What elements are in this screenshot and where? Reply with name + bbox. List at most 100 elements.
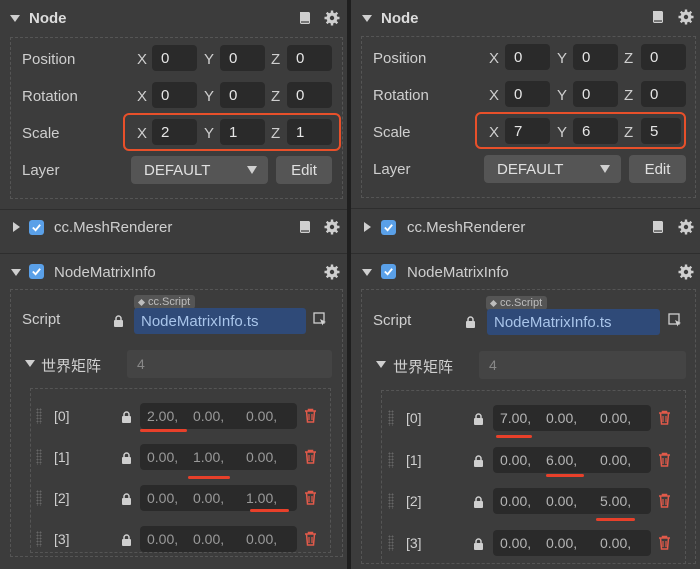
rotation-z-input[interactable]: 0 [287, 82, 332, 108]
book-icon[interactable] [650, 9, 666, 29]
position-y-input[interactable]: 0 [573, 44, 618, 70]
drag-handle[interactable] [388, 452, 394, 468]
script-asset-field[interactable]: NodeMatrixInfo.ts [134, 308, 306, 334]
layer-dropdown[interactable]: DEFAULT [131, 156, 268, 184]
chevron-down-icon [600, 165, 610, 173]
collapse-icon[interactable] [11, 269, 21, 276]
mesh-renderer-title[interactable]: cc.MeshRenderer [407, 219, 525, 236]
drag-handle[interactable] [36, 531, 42, 547]
gear-icon[interactable] [678, 219, 694, 239]
layer-edit-button[interactable]: Edit [629, 155, 686, 183]
layer-edit-button[interactable]: Edit [276, 156, 332, 184]
scale-x-input[interactable]: 7 [505, 118, 550, 144]
mesh-renderer-checkbox[interactable] [381, 220, 396, 235]
matrix-cell: 0.00, [246, 449, 278, 465]
trash-icon[interactable] [658, 410, 671, 429]
matrix-row-field[interactable]: 2.00, 0.00, 0.00, [140, 403, 297, 429]
locate-asset-icon[interactable] [313, 312, 327, 330]
matrix-row-field[interactable]: 0.00, 0.00, 1.00, [140, 485, 297, 511]
trash-icon[interactable] [304, 490, 317, 509]
matrix-cell: 0.00, [147, 531, 179, 547]
matrix-row-field[interactable]: 0.00, 0.00, 5.00, [493, 488, 651, 514]
script-asset-field[interactable]: NodeMatrixInfo.ts [487, 309, 660, 335]
drag-handle[interactable] [388, 410, 394, 426]
position-y-input[interactable]: 0 [220, 45, 265, 71]
node-section-header[interactable]: Node [362, 0, 692, 36]
expand-icon[interactable] [364, 222, 371, 232]
collapse-icon[interactable] [362, 14, 372, 22]
drag-handle[interactable] [36, 490, 42, 506]
script-type-tag: cc.Script [486, 296, 548, 310]
matrix-cell: 0.00, [147, 449, 179, 465]
trash-icon[interactable] [658, 535, 671, 554]
rotation-y-input[interactable]: 0 [220, 82, 265, 108]
trash-icon[interactable] [658, 493, 671, 512]
collapse-icon[interactable] [376, 361, 386, 368]
position-z-input[interactable]: 0 [641, 44, 686, 70]
gear-icon[interactable] [324, 264, 340, 284]
scale-x-input[interactable]: 2 [152, 119, 197, 145]
mesh-renderer-checkbox[interactable] [29, 220, 44, 235]
highlight-underline [546, 474, 584, 477]
matrix-row-index: [1] [54, 449, 70, 465]
matrix-row-field[interactable]: 0.00, 0.00, 0.00, [493, 530, 651, 556]
layer-label: Layer [22, 162, 60, 179]
lock-icon [473, 495, 484, 512]
axis-z-label: Z [271, 88, 281, 105]
locate-asset-icon[interactable] [668, 313, 682, 331]
rotation-z-input[interactable]: 0 [641, 81, 686, 107]
gear-icon[interactable] [678, 264, 694, 284]
drag-handle[interactable] [388, 493, 394, 509]
trash-icon[interactable] [304, 449, 317, 468]
scale-y-input[interactable]: 1 [220, 119, 265, 145]
collapse-icon[interactable] [10, 14, 20, 22]
matrix-info-checkbox[interactable] [29, 264, 44, 279]
section-separator [351, 253, 700, 254]
trash-icon[interactable] [304, 531, 317, 550]
rotation-x-input[interactable]: 0 [505, 81, 550, 107]
matrix-row-index: [3] [406, 535, 422, 551]
drag-handle[interactable] [36, 408, 42, 424]
node-section-header[interactable]: Node [10, 0, 345, 36]
rotation-label: Rotation [22, 88, 78, 105]
matrix-info-checkbox[interactable] [381, 264, 396, 279]
trash-icon[interactable] [304, 408, 317, 427]
matrix-row-field[interactable]: 0.00, 1.00, 0.00, [140, 444, 297, 470]
book-icon[interactable] [297, 10, 313, 30]
gear-icon[interactable] [678, 9, 694, 29]
lock-icon [465, 315, 476, 332]
gear-icon[interactable] [324, 219, 340, 239]
rotation-x-input[interactable]: 0 [152, 82, 197, 108]
matrix-row-field[interactable]: 0.00, 6.00, 0.00, [493, 447, 651, 473]
rotation-y-input[interactable]: 0 [573, 81, 618, 107]
world-matrix-count-input[interactable]: 4 [479, 351, 686, 379]
matrix-info-title[interactable]: NodeMatrixInfo [407, 264, 509, 281]
scale-z-input[interactable]: 1 [287, 119, 332, 145]
gear-icon[interactable] [324, 10, 340, 30]
matrix-info-title[interactable]: NodeMatrixInfo [54, 264, 156, 281]
position-x-input[interactable]: 0 [505, 44, 550, 70]
position-z-input[interactable]: 0 [287, 45, 332, 71]
drag-handle[interactable] [388, 535, 394, 551]
scale-y-input[interactable]: 6 [573, 118, 618, 144]
lock-icon [473, 412, 484, 429]
trash-icon[interactable] [658, 452, 671, 471]
lock-icon [473, 537, 484, 554]
scale-z-input[interactable]: 5 [641, 118, 681, 144]
world-matrix-count-input[interactable]: 4 [127, 350, 332, 378]
axis-x-label: X [489, 124, 500, 141]
axis-x-label: X [137, 88, 148, 105]
collapse-icon[interactable] [25, 360, 35, 367]
mesh-renderer-title[interactable]: cc.MeshRenderer [54, 219, 172, 236]
book-icon[interactable] [297, 219, 313, 239]
lock-icon [121, 451, 132, 468]
axis-y-label: Y [204, 51, 215, 68]
layer-dropdown[interactable]: DEFAULT [484, 155, 621, 183]
matrix-row-field[interactable]: 7.00, 0.00, 0.00, [493, 405, 651, 431]
expand-icon[interactable] [13, 222, 20, 232]
matrix-row-field[interactable]: 0.00, 0.00, 0.00, [140, 526, 297, 552]
collapse-icon[interactable] [362, 269, 372, 276]
position-x-input[interactable]: 0 [152, 45, 197, 71]
drag-handle[interactable] [36, 449, 42, 465]
book-icon[interactable] [650, 219, 666, 239]
